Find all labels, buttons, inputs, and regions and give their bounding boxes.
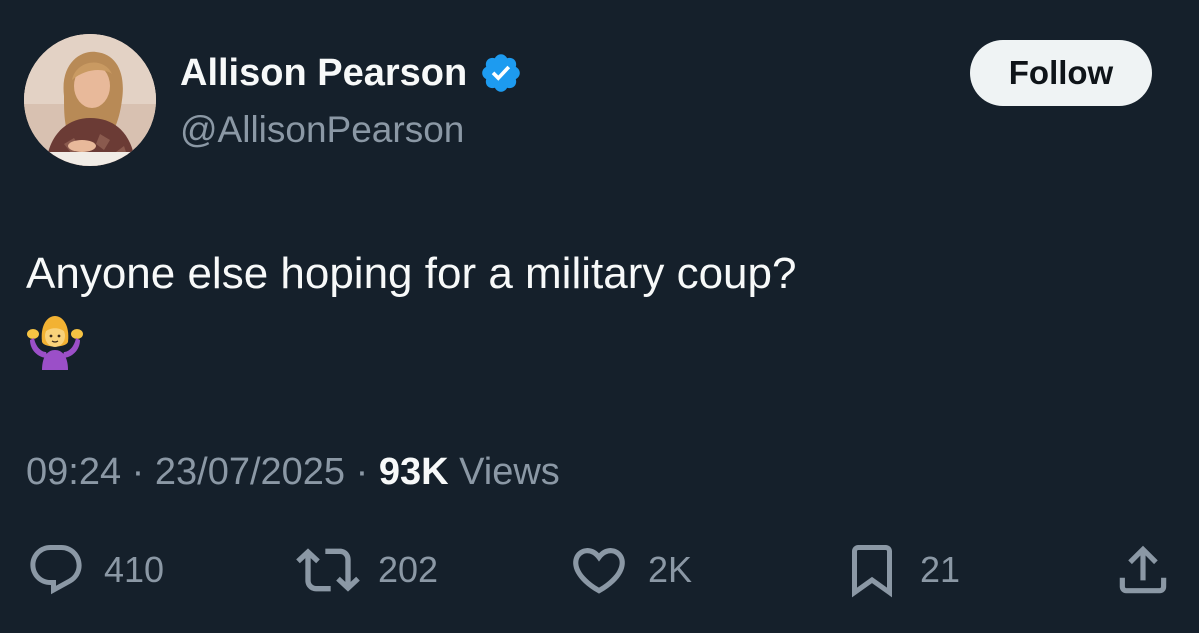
follow-button[interactable]: Follow xyxy=(970,40,1152,106)
author-handle[interactable]: @AllisonPearson xyxy=(180,106,464,154)
avatar-image xyxy=(24,34,156,166)
tweet-metadata: 09:24 · 23/07/2025 · 93K Views xyxy=(26,446,560,498)
repost-icon xyxy=(296,548,360,592)
share-icon xyxy=(1119,545,1167,594)
author-display-name[interactable]: Allison Pearson xyxy=(180,49,523,97)
like-count: 2K xyxy=(648,549,693,590)
action-bar: 410 202 2K 21 xyxy=(0,532,1199,608)
like-button[interactable]: 2K xyxy=(568,532,692,608)
tweet-date[interactable]: 23/07/2025 xyxy=(155,451,345,493)
meta-separator: · xyxy=(355,451,369,493)
repost-button[interactable]: 202 xyxy=(296,532,438,608)
tweet-card: Allison Pearson @AllisonPearson Follow A… xyxy=(0,0,1199,633)
shrug-emoji-icon xyxy=(26,314,84,370)
meta-separator: · xyxy=(131,451,145,493)
verified-badge-icon[interactable] xyxy=(479,51,523,95)
tweet-text: Anyone else hoping for a military coup? xyxy=(26,249,797,298)
reply-count: 410 xyxy=(104,549,165,590)
bookmark-button[interactable]: 21 xyxy=(842,532,960,608)
reply-button[interactable]: 410 xyxy=(26,532,164,608)
reply-icon xyxy=(30,545,82,595)
author-name-text[interactable]: Allison Pearson xyxy=(180,49,467,97)
tweet-time[interactable]: 09:24 xyxy=(26,451,121,493)
views-label: Views xyxy=(459,451,560,493)
repost-count: 202 xyxy=(378,549,439,590)
bookmark-icon xyxy=(852,545,892,598)
heart-icon xyxy=(573,548,625,594)
share-button[interactable] xyxy=(1112,532,1174,608)
bookmark-count: 21 xyxy=(920,549,961,590)
views-count[interactable]: 93K xyxy=(379,451,449,493)
avatar[interactable] xyxy=(24,34,156,166)
